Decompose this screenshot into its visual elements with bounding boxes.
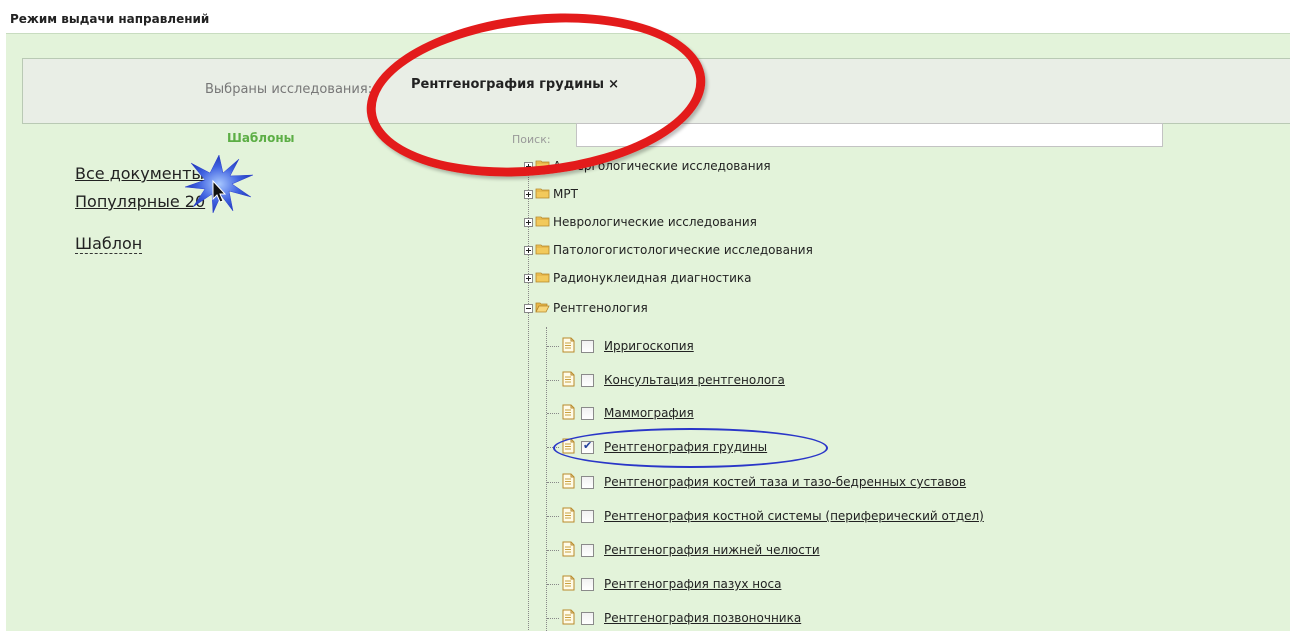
- study-checkbox[interactable]: [581, 439, 594, 454]
- remove-selected-study-icon[interactable]: ×: [608, 77, 619, 92]
- search-label: Поиск:: [512, 133, 551, 146]
- tree-category-label: Радионуклеидная диагностика: [553, 271, 752, 285]
- tree-category[interactable]: Аллергологические исследования: [524, 158, 771, 174]
- tree-category-label: Аллергологические исследования: [553, 159, 771, 173]
- study-checkbox[interactable]: [581, 611, 594, 625]
- popular-20-link[interactable]: Популярные 20: [75, 192, 205, 211]
- tree-connector: [547, 583, 559, 585]
- study-link[interactable]: Рентгенография костей таза и тазо-бедрен…: [604, 475, 966, 489]
- study-item: Консультация рентгенолога: [547, 370, 785, 390]
- study-item: Рентгенография нижней челюсти: [547, 540, 820, 560]
- study-link[interactable]: Рентгенография костной системы (перифери…: [604, 509, 984, 523]
- folder-icon: [535, 243, 553, 258]
- tree-category[interactable]: Неврологические исследования: [524, 214, 757, 230]
- study-link[interactable]: Рентгенография позвоночника: [604, 611, 801, 625]
- tree-connector: [547, 549, 559, 551]
- search-input[interactable]: [576, 123, 1163, 147]
- tree-category-expanded[interactable]: Рентгенология: [524, 300, 648, 316]
- tree-category[interactable]: МРТ: [524, 186, 578, 202]
- tree-connector: [547, 379, 559, 381]
- document-icon: [562, 541, 581, 560]
- expand-icon[interactable]: [524, 161, 533, 171]
- study-item: Рентгенография костной системы (перифери…: [547, 506, 984, 526]
- all-documents-link[interactable]: Все документы: [75, 164, 204, 183]
- study-item: Маммография: [547, 403, 694, 423]
- study-item: Рентгенография позвоночника: [547, 608, 801, 628]
- tree-connector: [547, 617, 559, 619]
- tree-connector: [547, 515, 559, 517]
- study-checkbox[interactable]: [581, 406, 594, 420]
- expand-icon[interactable]: [524, 273, 533, 283]
- study-link[interactable]: Рентгенография пазух носа: [604, 577, 781, 591]
- study-checkbox[interactable]: [581, 339, 594, 353]
- study-link[interactable]: Маммография: [604, 406, 694, 420]
- selected-studies-label: Выбраны исследования:: [205, 82, 373, 97]
- tree-category-label: Рентгенология: [553, 301, 648, 315]
- study-checkbox[interactable]: [581, 373, 594, 387]
- page-title: Режим выдачи направлений: [10, 12, 210, 26]
- study-checkbox[interactable]: [581, 475, 594, 489]
- tree-category-label: МРТ: [553, 187, 578, 201]
- tree-category[interactable]: Радионуклеидная диагностика: [524, 270, 752, 286]
- tree-connector-line: [528, 164, 529, 630]
- study-link[interactable]: Ирригоскопия: [604, 339, 694, 353]
- tree-category[interactable]: Патологогистологические исследования: [524, 242, 813, 258]
- folder-icon: [535, 159, 553, 174]
- study-item: Рентгенография грудины: [547, 437, 767, 457]
- document-icon: [562, 575, 581, 594]
- document-icon: [562, 438, 581, 457]
- folder-open-icon: [535, 301, 553, 316]
- tree-connector: [547, 481, 559, 483]
- study-item: Рентгенография пазух носа: [547, 574, 781, 594]
- study-item: Ирригоскопия: [547, 336, 694, 356]
- tree-connector: [547, 345, 559, 347]
- folder-icon: [535, 187, 553, 202]
- study-item: Рентгенография костей таза и тазо-бедрен…: [547, 472, 966, 492]
- expand-icon[interactable]: [524, 245, 533, 255]
- study-link[interactable]: Рентгенография грудины: [604, 440, 767, 454]
- document-icon: [562, 404, 581, 423]
- tree-connector: [547, 412, 559, 414]
- collapse-icon[interactable]: [524, 303, 533, 313]
- document-icon: [562, 609, 581, 628]
- document-icon: [562, 371, 581, 390]
- folder-icon: [535, 215, 553, 230]
- expand-icon[interactable]: [524, 189, 533, 199]
- selected-study-chip: Рентгенография грудины ×: [411, 77, 619, 92]
- tree-connector: [547, 446, 559, 448]
- template-link[interactable]: Шаблон: [75, 235, 143, 254]
- study-checkbox[interactable]: [581, 509, 594, 523]
- templates-title: Шаблоны: [227, 131, 295, 145]
- document-icon: [562, 337, 581, 356]
- selected-study-label: Рентгенография грудины: [411, 77, 605, 92]
- study-link[interactable]: Рентгенография нижней челюсти: [604, 543, 820, 557]
- study-checkbox[interactable]: [581, 543, 594, 557]
- study-checkbox[interactable]: [581, 577, 594, 591]
- folder-icon: [535, 271, 553, 286]
- study-link[interactable]: Консультация рентгенолога: [604, 373, 785, 387]
- expand-icon[interactable]: [524, 217, 533, 227]
- tree-category-label: Неврологические исследования: [553, 215, 757, 229]
- document-icon: [562, 473, 581, 492]
- document-icon: [562, 507, 581, 526]
- tree-category-label: Патологогистологические исследования: [553, 243, 813, 257]
